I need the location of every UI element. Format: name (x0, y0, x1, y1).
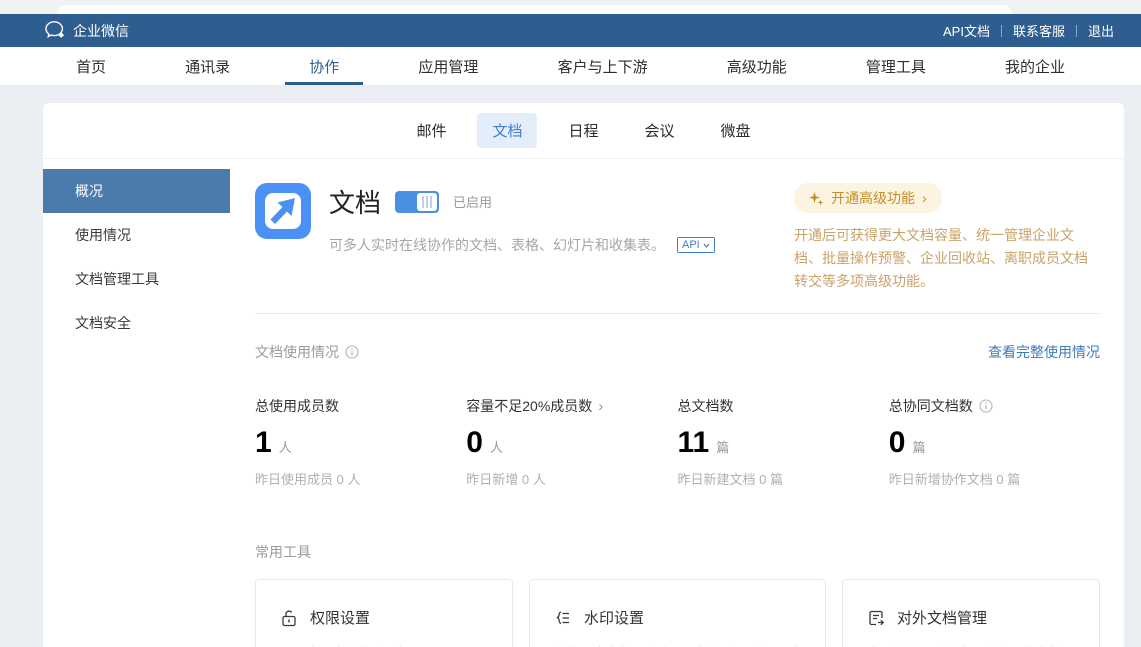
lock-icon (280, 609, 298, 627)
stat-total-docs: 总文档数 11 篇 昨日新建文档 0 篇 (678, 396, 889, 488)
tool-cards: 权限设置 设置企业内外的访问权限 水印设置 (255, 579, 1100, 647)
usage-stats: 总使用成员数 1 人 昨日使用成员 0 人 容量不足20%成员数 › (255, 396, 1100, 488)
chevron-right-icon: › (598, 398, 603, 415)
nav-item-collaboration[interactable]: 协作 (285, 47, 363, 85)
sparkle-icon (809, 191, 824, 206)
sidebar-item-doc-tools[interactable]: 文档管理工具 (43, 257, 230, 301)
nav-item-customers[interactable]: 客户与上下游 (534, 47, 672, 85)
content-card: 邮件 文档 日程 会议 微盘 概况 使用情况 文档管理工具 文档安全 (43, 103, 1124, 647)
view-full-usage-link[interactable]: 查看完整使用情况 (988, 342, 1100, 362)
enable-toggle[interactable] (395, 191, 439, 213)
stat-value: 1 (255, 426, 272, 460)
page-background: 邮件 文档 日程 会议 微盘 概况 使用情况 文档管理工具 文档安全 (0, 85, 1141, 647)
stat-value: 0 (466, 426, 483, 460)
topbar-link-api-docs[interactable]: API文档 (932, 21, 1001, 40)
browser-chrome-strip (0, 0, 1141, 14)
app-status: 已启用 (453, 192, 492, 211)
premium-promo: 开通高级功能 › 开通后可获得更大文档容量、统一管理企业文档、批量操作预警、企业… (794, 183, 1100, 293)
chevron-right-icon: › (922, 190, 927, 206)
subtab-drive[interactable]: 微盘 (706, 113, 766, 148)
sidebar-item-doc-security[interactable]: 文档安全 (43, 301, 230, 345)
tools-section-title: 常用工具 (255, 542, 1100, 562)
stat-value: 11 (678, 426, 710, 460)
topbar-links: API文档 联系客服 退出 (932, 21, 1125, 40)
sidebar: 概况 使用情况 文档管理工具 文档安全 (43, 159, 230, 647)
info-icon[interactable] (345, 345, 359, 359)
app-title: 文档 (329, 183, 381, 220)
subtab-calendar[interactable]: 日程 (553, 113, 613, 148)
chevron-down-icon (703, 243, 710, 248)
stat-value: 0 (889, 426, 906, 460)
app-header: 文档 已启用 可多人实时在线协作的文档、表格、幻灯片和收集表。 API (255, 183, 794, 293)
main-nav: 首页 通讯录 协作 应用管理 客户与上下游 高级功能 管理工具 我的企业 (0, 47, 1141, 85)
watermark-settings-card[interactable]: 水印设置 为企业内文档开启水印，数据泄露事件可追 (529, 579, 826, 647)
brand-label: 企业微信 (73, 21, 129, 41)
main-content: 文档 已启用 可多人实时在线协作的文档、表格、幻灯片和收集表。 API (230, 159, 1124, 647)
browser-tab (57, 5, 1012, 14)
watermark-icon (554, 609, 572, 627)
promo-description: 开通后可获得更大文档容量、统一管理企业文档、批量操作预警、企业回收站、离职成员文… (794, 224, 1100, 293)
subtab-meeting[interactable]: 会议 (630, 113, 690, 148)
topbar-link-contact-support[interactable]: 联系客服 (1002, 21, 1076, 40)
stat-collab-docs: 总协同文档数 0 篇 昨日新增协作文档 0 篇 (889, 396, 1100, 488)
nav-item-contacts[interactable]: 通讯录 (161, 47, 254, 85)
nav-item-home[interactable]: 首页 (52, 47, 130, 85)
sidebar-item-usage[interactable]: 使用情况 (43, 213, 230, 257)
subtab-mail[interactable]: 邮件 (401, 113, 461, 148)
stat-low-capacity-members[interactable]: 容量不足20%成员数 › 0 人 昨日新增 0 人 (466, 396, 677, 488)
upgrade-premium-button[interactable]: 开通高级功能 › (794, 183, 942, 213)
docs-app-icon (255, 183, 311, 239)
toggle-handle (417, 193, 437, 211)
external-docs-card[interactable]: 对外文档管理 查看和管理允许企业外访问的文档 (842, 579, 1100, 647)
nav-item-app-management[interactable]: 应用管理 (394, 47, 502, 85)
topbar-link-logout[interactable]: 退出 (1077, 21, 1125, 40)
collaboration-subtabs: 邮件 文档 日程 会议 微盘 (43, 103, 1124, 159)
document-share-icon (867, 609, 885, 627)
brand[interactable]: 企业微信 (45, 21, 129, 41)
info-icon[interactable] (979, 399, 993, 413)
stat-total-members: 总使用成员数 1 人 昨日使用成员 0 人 (255, 396, 466, 488)
app-description: 可多人实时在线协作的文档、表格、幻灯片和收集表。 (329, 235, 665, 255)
subtab-docs[interactable]: 文档 (477, 113, 537, 148)
wecom-logo-icon (45, 21, 66, 40)
nav-item-my-company[interactable]: 我的企业 (981, 47, 1089, 85)
nav-item-advanced-features[interactable]: 高级功能 (703, 47, 811, 85)
sidebar-item-overview[interactable]: 概况 (43, 169, 230, 213)
divider (255, 313, 1100, 314)
permission-settings-card[interactable]: 权限设置 设置企业内外的访问权限 (255, 579, 513, 647)
usage-section-title: 文档使用情况 (255, 342, 359, 362)
topbar: 企业微信 API文档 联系客服 退出 (0, 14, 1141, 47)
api-dropdown[interactable]: API (677, 237, 715, 253)
nav-item-admin-tools[interactable]: 管理工具 (842, 47, 950, 85)
